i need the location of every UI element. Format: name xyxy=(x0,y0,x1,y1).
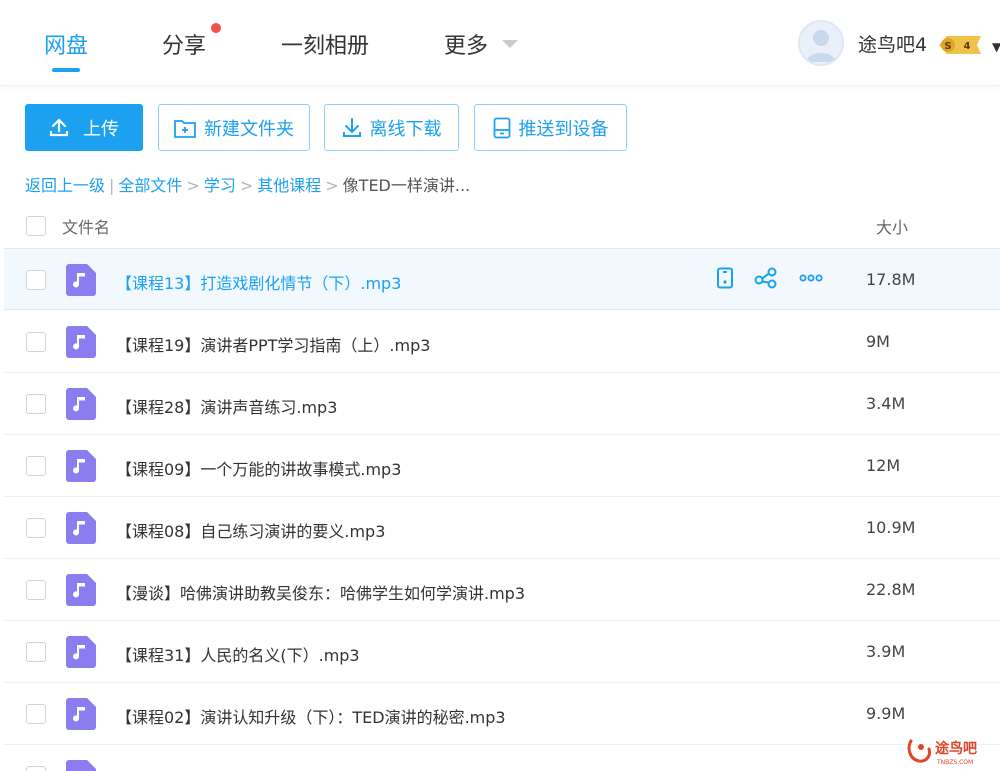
audio-file-icon xyxy=(66,450,96,482)
file-size: 9M xyxy=(866,332,890,351)
tab-album[interactable]: 一刻相册 xyxy=(281,28,369,60)
table-row[interactable]: 【课程08】自己练习演讲的要义.mp3 10.9M xyxy=(4,497,1000,559)
audio-file-icon xyxy=(66,698,96,730)
folder-plus-icon xyxy=(174,119,196,138)
audio-file-icon xyxy=(66,512,96,544)
site-watermark-logo: 途鸟吧 TNBZS.COM xyxy=(907,739,977,766)
file-name[interactable]: 【课程08】自己练习演讲的要义.mp3 xyxy=(116,518,385,542)
breadcrumb-separator: > xyxy=(325,176,339,195)
table-row[interactable]: 【课程02】演讲认知升级（下）：TED演讲的秘密.mp3 9.9M xyxy=(4,683,1000,745)
file-name[interactable]: 【课程02】演讲认知升级（下）：TED演讲的秘密.mp3 xyxy=(116,704,506,728)
share-icon[interactable] xyxy=(754,267,778,289)
tab-netdisk[interactable]: 网盘 xyxy=(44,28,88,60)
column-header-name[interactable]: 文件名 xyxy=(62,214,110,238)
tab-more[interactable]: 更多 xyxy=(444,28,488,60)
breadcrumb-current: 像TED一样演讲... xyxy=(342,176,471,195)
new-folder-button[interactable]: 新建文件夹 xyxy=(158,104,310,151)
breadcrumb-other-courses[interactable]: 其他课程 xyxy=(257,176,321,195)
notification-dot xyxy=(211,23,221,33)
active-tab-indicator xyxy=(52,68,80,72)
upload-label: 上传 xyxy=(83,118,119,140)
breadcrumb-separator: > xyxy=(239,176,254,195)
file-size: 3.9M xyxy=(866,642,906,661)
audio-file-icon xyxy=(66,326,96,358)
user-menu-chevron-icon[interactable]: ▼ xyxy=(992,40,1000,54)
back-link[interactable]: 返回上一级 xyxy=(25,176,105,195)
offline-download-button[interactable]: 离线下载 xyxy=(324,104,459,151)
audio-file-icon xyxy=(66,636,96,668)
file-name[interactable]: 【课程19】演讲者PPT学习指南（上）.mp3 xyxy=(116,332,430,356)
file-size: 17.8M xyxy=(866,270,916,289)
breadcrumb-all-files[interactable]: 全部文件 xyxy=(118,176,182,195)
chevron-down-icon[interactable] xyxy=(502,40,518,48)
upload-button[interactable]: 上传 xyxy=(25,104,143,151)
file-name[interactable]: 【课程28】演讲声音练习.mp3 xyxy=(116,394,337,418)
file-size: 3.4M xyxy=(866,394,906,413)
row-checkbox[interactable] xyxy=(26,394,46,414)
table-row[interactable]: 【课程31】人民的名义(下）.mp3 3.9M xyxy=(4,621,1000,683)
upload-icon xyxy=(49,118,69,136)
file-name[interactable]: 【漫谈】哈佛演讲助教吴俊东：哈佛学生如何学演讲.mp3 xyxy=(116,580,525,604)
table-header: 文件名 大小 xyxy=(0,200,1000,248)
table-row-partial[interactable] xyxy=(4,745,1000,771)
tab-share[interactable]: 分享 xyxy=(162,28,206,60)
table-row[interactable]: 【漫谈】哈佛演讲助教吴俊东：哈佛学生如何学演讲.mp3 22.8M xyxy=(4,559,1000,621)
row-checkbox[interactable] xyxy=(26,766,46,771)
file-name[interactable]: 【课程09】一个万能的讲故事模式.mp3 xyxy=(116,456,401,480)
svg-text:途鸟吧: 途鸟吧 xyxy=(935,740,977,757)
row-checkbox[interactable] xyxy=(26,332,46,352)
file-size: 22.8M xyxy=(866,580,916,599)
table-row[interactable]: 【课程28】演讲声音练习.mp3 3.4M xyxy=(4,373,1000,435)
file-size: 9.9M xyxy=(866,704,906,723)
column-header-size[interactable]: 大小 xyxy=(876,214,908,238)
top-nav: 网盘 分享 一刻相册 更多 途鸟吧4 S 4 ▼ xyxy=(0,0,1000,86)
table-row[interactable]: 【课程13】打造戏剧化情节（下）.mp3 17.8M xyxy=(4,248,1000,310)
file-name[interactable]: 【课程13】打造戏剧化情节（下）.mp3 xyxy=(116,270,401,294)
table-row[interactable]: 【课程19】演讲者PPT学习指南（上）.mp3 9M xyxy=(4,311,1000,373)
breadcrumb-separator: > xyxy=(186,176,200,195)
device-icon xyxy=(493,117,510,138)
row-checkbox[interactable] xyxy=(26,580,46,600)
audio-file-icon xyxy=(66,264,96,296)
new-folder-label: 新建文件夹 xyxy=(204,118,294,140)
row-checkbox[interactable] xyxy=(26,642,46,662)
username[interactable]: 途鸟吧4 xyxy=(858,30,927,57)
download-icon xyxy=(342,117,361,137)
audio-file-icon xyxy=(66,574,96,606)
row-actions xyxy=(716,267,824,289)
file-name[interactable]: 【课程31】人民的名义(下）.mp3 xyxy=(116,642,360,666)
svg-text:S: S xyxy=(944,41,951,52)
breadcrumb-divider: | xyxy=(109,176,115,195)
svg-text:4: 4 xyxy=(964,41,971,52)
row-checkbox[interactable] xyxy=(26,270,46,290)
breadcrumb: 返回上一级 | 全部文件 > 学习 > 其他课程 > 像TED一样演讲... xyxy=(25,172,470,196)
vip-badge-icon: S 4 xyxy=(939,36,981,54)
file-size: 12M xyxy=(866,456,901,475)
row-checkbox[interactable] xyxy=(26,456,46,476)
select-all-checkbox[interactable] xyxy=(26,216,46,236)
audio-file-icon xyxy=(66,760,96,771)
push-device-icon[interactable] xyxy=(716,267,734,289)
file-size: 10.9M xyxy=(866,518,916,537)
audio-file-icon xyxy=(66,388,96,420)
breadcrumb-study[interactable]: 学习 xyxy=(204,176,236,195)
row-checkbox[interactable] xyxy=(26,704,46,724)
row-checkbox[interactable] xyxy=(26,518,46,538)
svg-text:TNBZS.COM: TNBZS.COM xyxy=(936,759,973,766)
table-row[interactable]: 【课程09】一个万能的讲故事模式.mp3 12M xyxy=(4,435,1000,497)
more-options-icon[interactable] xyxy=(798,267,824,289)
avatar[interactable] xyxy=(798,20,844,66)
offline-download-label: 离线下载 xyxy=(369,118,442,140)
push-device-button[interactable]: 推送到设备 xyxy=(474,104,627,151)
push-device-label: 推送到设备 xyxy=(518,118,609,140)
